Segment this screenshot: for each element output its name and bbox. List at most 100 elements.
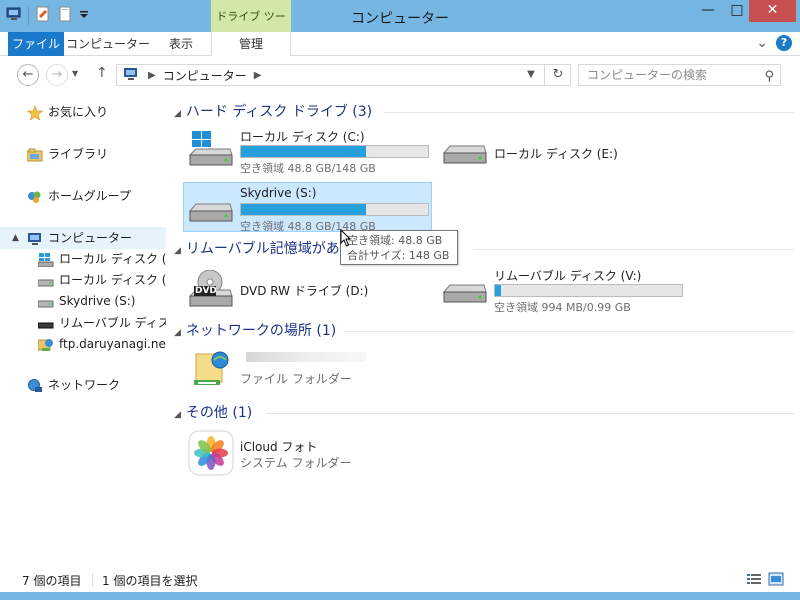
qat-dropdown-icon[interactable]: [79, 6, 89, 25]
computer-icon[interactable]: [6, 6, 22, 25]
icloud-photos-tile[interactable]: iCloud フォト システム フォルダー: [184, 428, 434, 478]
window-title: コンピューター: [351, 11, 449, 27]
ribbon-expand-icon[interactable]: ⌄: [756, 35, 768, 51]
sidebar-item-drive-s[interactable]: Skydrive (S:): [0, 290, 166, 312]
tab-manage[interactable]: 管理: [211, 32, 291, 56]
group-header-other[interactable]: ◢ その他 (1): [174, 403, 794, 423]
recent-locations-chevron-icon[interactable]: ▼: [72, 69, 78, 78]
drive-name: ローカル ディスク (C:): [240, 130, 365, 144]
group-title: リムーバブル記憶域がある: [185, 241, 354, 257]
tooltip-free-space: 空き領域: 48.8 GB: [347, 234, 443, 247]
sidebar-item-label: ローカル ディスク (C:): [59, 252, 166, 266]
address-dropdown-icon[interactable]: ▼: [520, 64, 542, 86]
search-icon[interactable]: ⚲: [764, 67, 774, 87]
help-icon[interactable]: ?: [776, 35, 792, 51]
group-title: ネットワークの場所 (1): [185, 323, 337, 339]
drive-usage-bar: [240, 145, 429, 158]
collapse-chevron-icon[interactable]: ◢: [174, 410, 181, 420]
hard-drive-icon: [188, 189, 234, 227]
close-button[interactable]: ✕: [749, 0, 796, 22]
item-type: システム フォルダー: [240, 456, 352, 470]
windows-drive-icon: [37, 252, 54, 268]
forward-button[interactable]: →: [46, 64, 68, 86]
new-folder-icon[interactable]: [57, 6, 73, 25]
drive-name: ローカル ディスク (E:): [494, 147, 618, 161]
sidebar-item-homegroup[interactable]: ホームグループ: [0, 185, 166, 207]
sidebar-item-drive-e[interactable]: ローカル ディスク (E:): [0, 269, 166, 291]
dvd-badge: DVD: [195, 286, 217, 296]
refresh-icon[interactable]: ↻: [544, 64, 571, 86]
sidebar-item-libraries[interactable]: ライブラリ: [0, 143, 166, 165]
tab-view[interactable]: 表示: [152, 32, 210, 56]
drive-name: Skydrive (S:): [240, 186, 317, 200]
navigation-pane: お気に入り ライブラリ ホームグループ ▲ コンピューター ローカル ディスク …: [0, 92, 166, 567]
expand-chevron-icon[interactable]: ▲: [12, 227, 19, 249]
group-header-network-locations[interactable]: ◢ ネットワークの場所 (1): [174, 321, 794, 341]
group-divider: [384, 112, 794, 113]
sidebar-item-label: お気に入り: [48, 105, 109, 119]
redacted-network-name: [246, 352, 366, 362]
minimize-button[interactable]: —: [693, 0, 723, 22]
sidebar-item-label: コンピューター: [48, 231, 133, 245]
sidebar-item-ftp[interactable]: ftp.daruyanagi.net: [0, 333, 166, 355]
group-divider: [474, 249, 794, 250]
search-placeholder: コンピューターの検索: [587, 68, 708, 82]
search-input[interactable]: コンピューターの検索 ⚲: [578, 64, 781, 86]
back-button[interactable]: ←: [17, 64, 39, 86]
group-divider: [266, 413, 794, 414]
collapse-chevron-icon[interactable]: ◢: [174, 246, 181, 256]
computer-icon: [27, 231, 43, 245]
content-pane: ◢ ハード ディスク ドライブ (3) ローカル ディスク (C:) 空き領域 4…: [166, 92, 800, 567]
sidebar-item-computer[interactable]: ▲ コンピューター: [0, 227, 166, 249]
large-icons-view-icon[interactable]: [768, 572, 784, 589]
sidebar-item-label: ftp.daruyanagi.net: [59, 337, 166, 351]
library-icon: [26, 147, 43, 162]
drive-usage-bar: [240, 203, 429, 216]
drive-tile-dvd[interactable]: DVD DVD RW ドライブ (D:): [184, 264, 434, 314]
drive-usage-fill: [241, 204, 367, 215]
properties-icon[interactable]: [35, 6, 51, 25]
title-bar: ドライブ ツール コンピューター — □ ✕: [0, 0, 800, 57]
drive-usage-fill: [495, 285, 501, 296]
tab-file[interactable]: ファイル: [8, 32, 64, 56]
star-icon: [26, 105, 44, 121]
removable-drive-icon: [442, 270, 488, 308]
drive-name: リムーバブル ディスク (V:): [494, 269, 642, 283]
windows-drive-icon: [188, 131, 234, 169]
view-buttons: [746, 572, 784, 589]
tooltip-total-size: 合計サイズ: 148 GB: [347, 249, 450, 262]
hard-drive-icon: [442, 131, 488, 169]
breadcrumb-computer[interactable]: コンピューター: [163, 67, 247, 84]
drive-tile-s[interactable]: Skydrive (S:) 空き領域 48.8 GB/148 GB: [183, 182, 432, 233]
dvd-drive-icon: DVD: [188, 269, 234, 308]
sidebar-item-label: ホームグループ: [48, 189, 131, 203]
drive-tile-v[interactable]: リムーバブル ディスク (V:) 空き領域 994 MB/0.99 GB: [438, 264, 688, 314]
network-icon: [27, 378, 43, 392]
drive-usage-fill: [241, 146, 367, 157]
drive-tile-c[interactable]: ローカル ディスク (C:) 空き領域 48.8 GB/148 GB: [184, 125, 434, 175]
collapse-chevron-icon[interactable]: ◢: [174, 328, 181, 338]
sidebar-item-drive-c[interactable]: ローカル ディスク (C:): [0, 248, 166, 270]
tab-computer[interactable]: コンピューター: [64, 32, 152, 56]
network-folder-icon: [188, 350, 234, 388]
sidebar-item-favorites[interactable]: お気に入り: [0, 101, 166, 123]
drive-tile-e[interactable]: ローカル ディスク (E:): [438, 125, 688, 175]
sidebar-item-label: ネットワーク: [48, 378, 121, 392]
group-title: ハード ディスク ドライブ (3): [185, 104, 373, 120]
address-bar[interactable]: ▶ コンピューター ▶: [116, 64, 571, 86]
collapse-chevron-icon[interactable]: ◢: [174, 109, 181, 119]
breadcrumb-separator-icon[interactable]: ▶: [254, 70, 262, 81]
removable-drive-icon: [37, 316, 54, 330]
computer-icon: [123, 67, 141, 84]
network-location-tile[interactable]: ファイル フォルダー: [184, 344, 434, 394]
group-header-hard-disks[interactable]: ◢ ハード ディスク ドライブ (3): [174, 102, 794, 122]
sidebar-item-network[interactable]: ネットワーク: [0, 374, 166, 396]
sidebar-item-drive-v[interactable]: リムーバブル ディスク (V: [0, 312, 166, 334]
maximize-button[interactable]: □: [722, 0, 752, 22]
breadcrumb-separator-icon[interactable]: ▶: [148, 70, 156, 81]
up-button[interactable]: ↑: [96, 65, 108, 81]
group-header-removable[interactable]: ◢ リムーバブル記憶域がある: [174, 239, 794, 259]
drive-usage-bar: [494, 284, 683, 297]
details-view-icon[interactable]: [746, 572, 762, 589]
ribbon-tabs: ファイル コンピューター 表示 管理 ⌄ ?: [0, 32, 800, 56]
